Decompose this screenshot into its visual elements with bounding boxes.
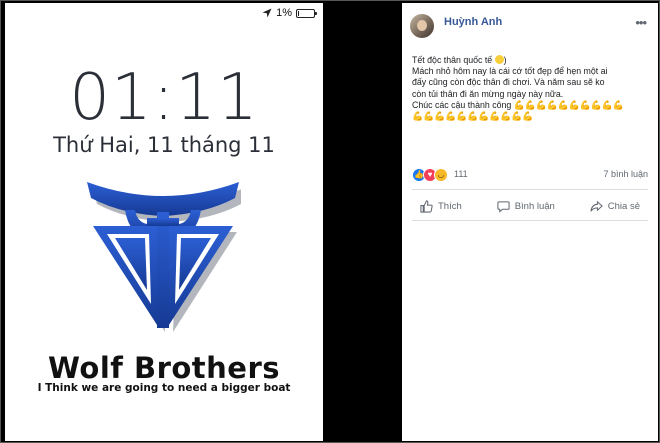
wallpaper-tagline: I Think we are going to need a bigger bo… — [37, 382, 291, 394]
flexed-biceps-icon: 💪 — [601, 99, 613, 110]
smile-emoji-icon — [494, 55, 504, 64]
reactions-bar: 👍 ♥ ◡ 111 7 bình luận — [412, 168, 648, 182]
wolf-brothers-logo — [87, 182, 241, 332]
lock-screen-date: Thứ Hai, 11 tháng 11 — [53, 133, 275, 157]
post-line-2: Mách nhỏ hôm nay là cái cớ tốt đẹp để hẹ… — [412, 66, 608, 77]
status-bar: 1% — [262, 6, 317, 20]
like-label: Thích — [438, 200, 462, 212]
flexed-biceps-icon: 💪 — [412, 111, 424, 122]
comment-button[interactable]: Bình luận — [489, 196, 563, 216]
flexed-biceps-emoji-row: 💪 💪 💪 💪 💪 💪 💪 💪 💪 💪 — [513, 99, 624, 110]
battery-icon — [296, 8, 317, 18]
post-line-3: đấy cũng còn độc thân đi chơi. Và năm sa… — [412, 77, 605, 88]
wallpaper-brand-title: Wolf Brothers — [47, 351, 281, 385]
share-label: Chia sẻ — [607, 200, 640, 212]
flexed-biceps-icon: 💪 — [489, 111, 501, 122]
post-header: Huỳnh Anh ••• — [410, 11, 650, 43]
post-author-name[interactable]: Huỳnh Anh — [444, 16, 502, 28]
location-arrow-icon — [262, 8, 272, 18]
lock-screen-time: 01:11 — [69, 61, 259, 135]
like-button[interactable]: Thích — [412, 196, 470, 216]
flexed-biceps-icon: 💪 — [535, 99, 547, 110]
flexed-biceps-icon: 💪 — [522, 111, 534, 122]
post-line-4: còn tủi thân đi ăn mừng ngày này nữa. — [412, 88, 564, 99]
reaction-icons[interactable]: 👍 ♥ ◡ — [412, 168, 448, 182]
flexed-biceps-icon: 💪 — [478, 111, 490, 122]
comment-label: Bình luận — [514, 200, 555, 212]
flexed-biceps-icon: 💪 — [500, 111, 512, 122]
share-arrow-icon — [590, 200, 603, 211]
avatar[interactable] — [410, 14, 434, 38]
screenshot-frame: 1% 01:11 Thứ Hai, 11 tháng 11 Wolf Broth… — [0, 0, 660, 443]
battery-percent: 1% — [276, 7, 292, 19]
post-body-text: Tết độc thân quốc tế ) Mách nhỏ hôm nay … — [412, 55, 652, 122]
haha-reaction-icon: ◡ — [434, 168, 448, 182]
flexed-biceps-icon: 💪 — [511, 111, 523, 122]
phone-lock-screen: 1% 01:11 Thứ Hai, 11 tháng 11 Wolf Broth… — [5, 3, 323, 441]
flexed-biceps-icon: 💪 — [467, 111, 479, 122]
divider — [412, 189, 648, 190]
flexed-biceps-icon: 💪 — [524, 99, 536, 110]
more-options-icon[interactable]: ••• — [635, 15, 647, 30]
post-line-5: Chúc các cậu thành công — [412, 99, 512, 110]
facebook-post-card: Huỳnh Anh ••• Tết độc thân quốc tế ) Mác… — [402, 3, 658, 441]
flexed-biceps-icon: 💪 — [590, 99, 602, 110]
post-actions: Thích Bình luận Chia sẻ — [412, 196, 648, 216]
flexed-biceps-emoji-row-2: 💪 💪 💪 💪 💪 💪 💪 💪 💪 💪 💪 — [412, 111, 534, 122]
comment-bubble-icon — [497, 200, 510, 213]
thumbs-up-icon — [420, 199, 433, 213]
post-line-1: Tết độc thân quốc tế — [412, 55, 493, 65]
reaction-count[interactable]: 111 — [454, 169, 468, 179]
flexed-biceps-icon: 💪 — [513, 99, 525, 110]
divider — [412, 220, 648, 221]
flexed-biceps-icon: 💪 — [568, 99, 580, 110]
share-button[interactable]: Chia sẻ — [582, 196, 648, 216]
flexed-biceps-icon: 💪 — [612, 99, 624, 110]
flexed-biceps-icon: 💪 — [579, 99, 591, 110]
flexed-biceps-icon: 💪 — [557, 99, 569, 110]
flexed-biceps-icon: 💪 — [434, 111, 446, 122]
flexed-biceps-icon: 💪 — [456, 111, 468, 122]
flexed-biceps-icon: 💪 — [423, 111, 435, 122]
comment-count[interactable]: 7 bình luận — [603, 169, 648, 179]
flexed-biceps-icon: 💪 — [445, 111, 457, 122]
flexed-biceps-icon: 💪 — [546, 99, 558, 110]
